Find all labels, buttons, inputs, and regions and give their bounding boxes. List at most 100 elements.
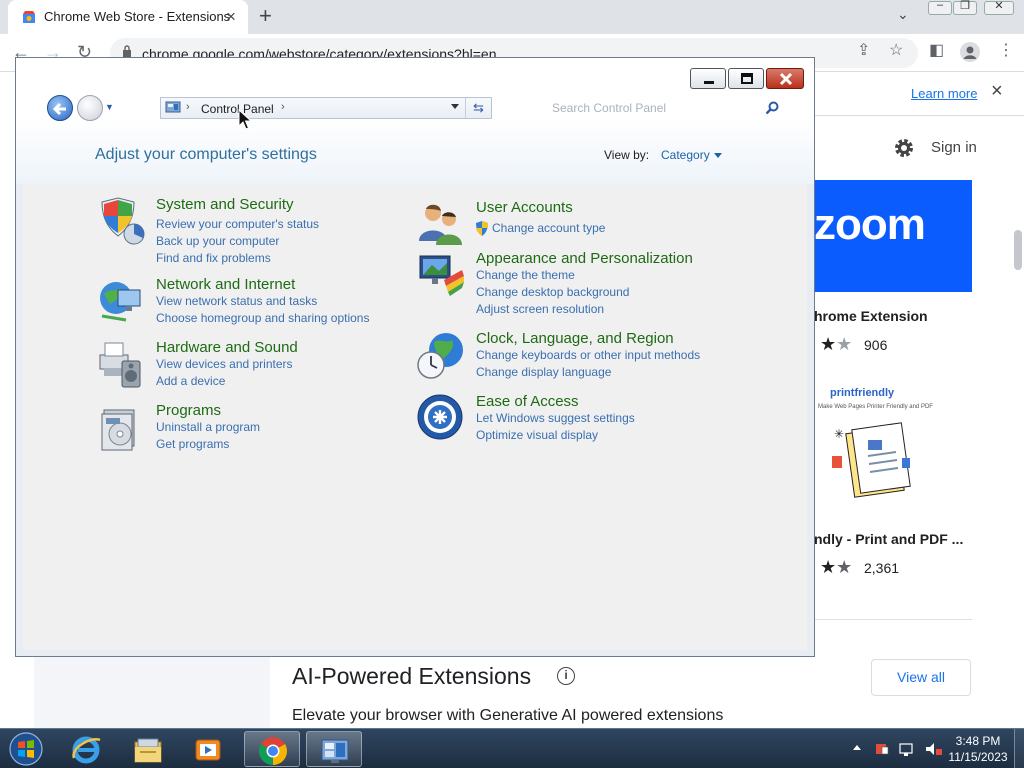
task-link[interactable]: Change the theme [476,268,575,282]
chrome-tab-web-store[interactable]: Chrome Web Store - Extensions × [8,0,248,34]
breadcrumb-separator[interactable]: › [281,101,285,113]
ease-of-access-icon [417,394,463,440]
task-link[interactable]: Let Windows suggest settings [476,411,635,425]
task-link[interactable]: View network status and tasks [156,294,317,308]
taskbar-internet-explorer[interactable] [58,731,114,767]
chrome-tab-strip: Chrome Web Store - Extensions × + ⌄ – ❐ … [0,0,1024,34]
shield-icon [101,197,145,245]
bookmark-star-icon[interactable]: ☆ [889,40,903,60]
breadcrumb-separator[interactable]: › [186,101,190,113]
category-ease-of-access: Ease of Access Let Windows suggest setti… [416,393,756,443]
tab-close-icon[interactable]: × [226,7,236,27]
category-title[interactable]: Clock, Language, and Region [476,330,674,347]
users-icon [419,204,462,245]
task-link[interactable]: Change desktop background [476,285,629,299]
category-title[interactable]: Ease of Access [476,393,579,410]
start-button[interactable] [6,731,46,767]
show-hidden-icons-icon[interactable] [853,745,861,750]
show-desktop-button[interactable] [1014,729,1024,768]
search-icon[interactable] [764,100,780,116]
category-title[interactable]: User Accounts [476,199,573,216]
category-system-security: System and Security Review your computer… [96,196,396,266]
address-dropdown-icon[interactable] [451,104,459,109]
task-link[interactable]: Choose homegroup and sharing options [156,311,369,325]
info-icon[interactable]: i [557,667,575,685]
clock-globe-icon [417,333,463,379]
category-title[interactable]: Hardware and Sound [156,339,298,356]
category-network-internet: Network and Internet View network status… [96,276,396,326]
search-input[interactable]: Search Control Panel [516,97,784,119]
task-link[interactable]: View devices and printers [156,357,293,371]
control-panel-small-icon [165,101,181,113]
refresh-icon[interactable]: ⇆ [465,98,491,118]
chrome-menu-icon[interactable]: ⋮ [998,40,1014,60]
rating-count: 2,361 [864,560,900,576]
programs-box-icon [101,409,135,451]
task-link[interactable]: Back up your computer [156,234,279,248]
tab-search-chevron-icon[interactable]: ⌄ [897,6,909,23]
taskbar-chrome[interactable] [244,731,300,767]
chrome-minimize-button[interactable]: – [928,0,952,15]
task-link[interactable]: Change keyboards or other input methods [476,348,700,362]
share-icon[interactable]: ⇪ [857,40,870,60]
task-link[interactable]: Review your computer's status [156,217,319,231]
appearance-monitor-icon [419,255,464,296]
system-tray-icons[interactable] [874,741,944,757]
task-link[interactable]: Change account type [492,221,605,235]
clock-time[interactable]: 3:48 PM [950,734,1006,748]
windows-explorer-icon [134,738,162,763]
control-panel-header: ▼ › Control Panel › ⇆ Search Control Pan… [16,58,814,184]
new-tab-icon[interactable]: + [259,3,272,29]
forward-button[interactable] [77,95,103,121]
chrome-icon [259,737,287,765]
task-link[interactable]: Get programs [156,437,229,451]
chrome-restore-button[interactable]: ❐ [953,0,977,15]
view-by-dropdown[interactable]: Category [661,148,710,162]
category-title[interactable]: System and Security [156,196,294,213]
printer-document-icon: ✳ [832,422,911,498]
control-panel-content: System and Security Review your computer… [23,184,807,650]
view-by-chevron-icon[interactable] [714,153,722,158]
extension-name[interactable]: ndly - Print and PDF ... [814,531,963,547]
side-panel-icon[interactable]: ◧ [929,40,944,60]
category-title[interactable]: Network and Internet [156,276,295,293]
maximize-button[interactable] [728,68,764,89]
view-all-button[interactable]: View all [871,659,971,696]
gear-icon[interactable] [892,136,916,160]
clock-date[interactable]: 11/15/2023 [944,750,1012,764]
minimize-button[interactable] [690,68,726,89]
printer-speaker-icon [99,342,141,388]
task-link[interactable]: Change display language [476,365,611,379]
task-link[interactable]: Add a device [156,374,225,388]
close-icon [779,72,793,86]
close-button[interactable] [766,68,804,89]
taskbar-windows-explorer[interactable] [120,731,176,767]
back-button[interactable] [47,95,73,121]
svg-text:✳: ✳ [834,427,844,441]
zoom-extension-thumbnail[interactable]: zoom [814,180,972,292]
infobar-close-icon[interactable]: × [991,80,1003,103]
category-title[interactable]: Appearance and Personalization [476,250,693,267]
taskbar-media-player[interactable] [180,731,236,767]
task-link[interactable]: Optimize visual display [476,428,598,442]
media-player-icon [195,739,221,761]
view-by-label: View by: [604,148,650,162]
recent-pages-chevron-icon[interactable]: ▼ [105,102,114,112]
learn-more-link[interactable]: Learn more [911,86,977,101]
network-globe-icon [100,282,141,322]
taskbar-control-panel[interactable] [306,731,362,767]
rating-stars-icon: ★★ [820,334,853,354]
page-scrollbar[interactable] [1012,116,1024,728]
sign-in-button[interactable]: Sign in [931,139,977,156]
address-bar[interactable]: › Control Panel › ⇆ [160,97,492,119]
store-header: Sign in [814,116,1024,180]
scrollbar-thumb[interactable] [1014,230,1022,270]
profile-avatar-icon[interactable] [960,42,980,62]
printfriendly-extension-thumbnail[interactable]: printfriendly Make Web Pages Printer Fri… [814,376,972,514]
task-link[interactable]: Find and fix problems [156,251,271,265]
category-title[interactable]: Programs [156,402,221,419]
task-link[interactable]: Uninstall a program [156,420,260,434]
chrome-close-button[interactable]: ✕ [984,0,1014,15]
task-link[interactable]: Adjust screen resolution [476,302,604,316]
extension-name[interactable]: hrome Extension [814,308,928,324]
